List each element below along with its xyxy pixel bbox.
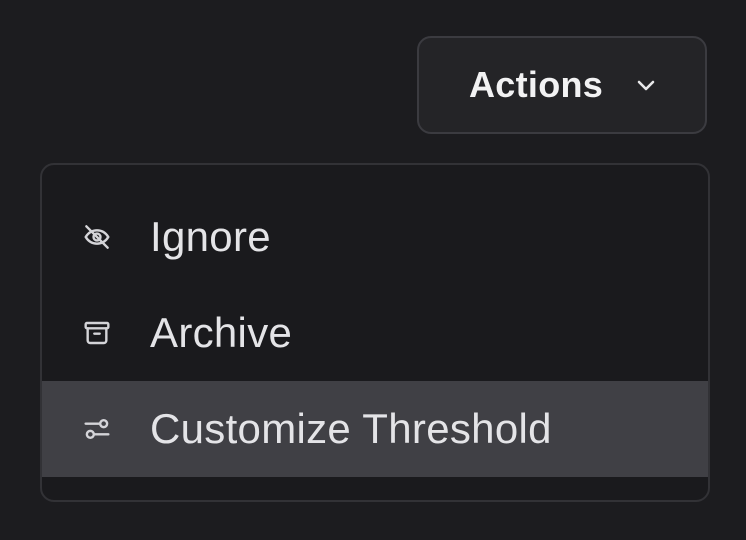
- stage: Actions Ignore Archive Customize Thresho…: [0, 0, 746, 540]
- menu-list: Ignore Archive Customize Threshold: [42, 189, 708, 477]
- menu-item-archive[interactable]: Archive: [42, 285, 708, 381]
- sliders-icon: [80, 412, 114, 446]
- menu-item-customize-threshold[interactable]: Customize Threshold: [42, 381, 708, 477]
- menu-item-label: Archive: [150, 309, 293, 356]
- menu-item-ignore[interactable]: Ignore: [42, 189, 708, 285]
- menu-item-label: Ignore: [150, 213, 271, 260]
- actions-button[interactable]: Actions: [417, 36, 707, 134]
- archive-icon: [80, 316, 114, 350]
- eye-off-icon: [80, 220, 114, 254]
- menu-item-label: Customize Threshold: [150, 405, 552, 452]
- actions-dropdown-menu: Ignore Archive Customize Threshold: [40, 163, 710, 502]
- actions-button-label: Actions: [469, 64, 604, 105]
- chevron-down-icon: [635, 74, 657, 96]
